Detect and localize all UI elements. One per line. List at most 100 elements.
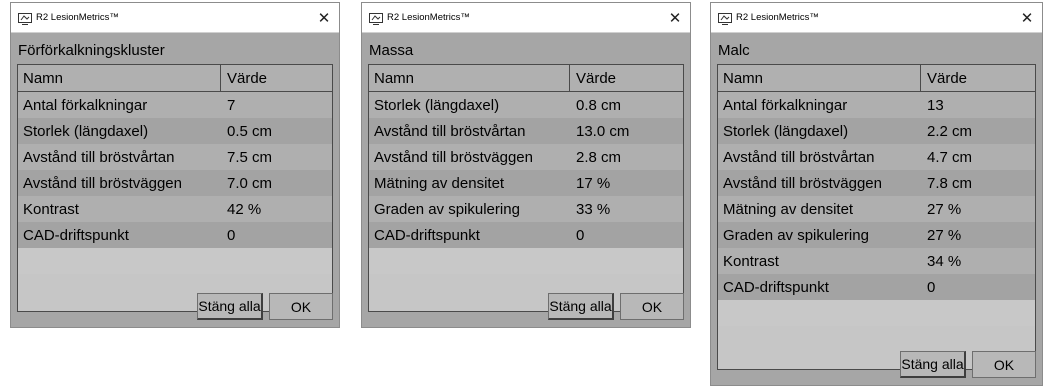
close-all-button[interactable]: Stäng alla [197,293,263,320]
table-row[interactable]: Storlek (längdaxel) 0.5 cm [18,118,332,144]
row-name: Avstånd till bröstväggen [723,174,882,192]
section-title: Massa [369,42,414,59]
column-header-name[interactable]: Namn [369,65,570,91]
metrics-table: Namn Värde Antal förkalkningar 13 Storlek… [717,64,1036,370]
table-row[interactable]: Avstånd till bröstvårtan 7.5 cm [18,144,332,170]
row-value: 7.8 cm [927,174,973,192]
row-name: Storlek (längdaxel) [723,122,849,140]
row-value: 0.8 cm [576,96,622,114]
row-name: CAD-driftspunkt [723,278,829,296]
close-all-button[interactable]: Stäng alla [548,293,614,320]
column-header-value[interactable]: Värde [570,70,616,87]
row-value: 27 % [927,200,962,218]
row-name: Avstånd till bröstvårtan [374,122,526,140]
title-bar[interactable]: R2 LesionMetrics™ ✕ [362,3,690,33]
row-value: 17 % [576,174,611,192]
window-title: R2 LesionMetrics™ [736,12,819,23]
ok-button[interactable]: OK [269,293,333,320]
row-name: Avstånd till bröstväggen [23,174,182,192]
ok-button[interactable]: OK [620,293,684,320]
table-row[interactable]: Mätning av densitet 17 % [369,170,683,196]
table-row[interactable]: CAD-driftspunkt 0 [18,222,332,248]
empty-row [718,300,1035,326]
button-bar: Stäng alla OK [197,293,333,320]
table-header: Namn Värde [369,65,683,92]
row-value: 13.0 cm [576,122,630,140]
row-value: 4.7 cm [927,148,973,166]
table-header: Namn Värde [18,65,332,92]
app-icon [18,12,32,25]
table-header: Namn Värde [718,65,1035,92]
row-name: Kontrast [23,200,79,218]
row-name: Mätning av densitet [374,174,505,192]
row-value: 0 [576,226,585,244]
empty-row [18,248,332,274]
button-bar: Stäng alla OK [548,293,684,320]
close-icon[interactable]: ✕ [309,9,339,27]
row-value: 2.2 cm [927,122,973,140]
row-name: Storlek (längdaxel) [374,96,500,114]
title-bar[interactable]: R2 LesionMetrics™ ✕ [11,3,339,33]
row-value: 2.8 cm [576,148,622,166]
row-value: 27 % [927,226,962,244]
row-name: Antal förkalkningar [23,96,148,114]
row-name: Avstånd till bröstväggen [374,148,533,166]
table-row[interactable]: Kontrast 34 % [718,248,1035,274]
app-icon [718,12,732,25]
column-header-name[interactable]: Namn [718,65,921,91]
table-row[interactable]: Antal förkalkningar 13 [718,92,1035,118]
lesion-metrics-window-1: R2 LesionMetrics™ ✕ Förförkalkningsklust… [10,2,340,328]
row-name: Antal förkalkningar [723,96,848,114]
row-name: Avstånd till bröstvårtan [723,148,875,166]
table-row[interactable]: Avstånd till bröstväggen 7.0 cm [18,170,332,196]
ok-button[interactable]: OK [972,351,1036,378]
column-header-value[interactable]: Värde [221,70,267,87]
metrics-table: Namn Värde Storlek (längdaxel) 0.8 cm Avs… [368,64,684,312]
row-value: 33 % [576,200,611,218]
row-value: 0 [227,226,236,244]
row-name: Graden av spikulering [374,200,520,218]
row-value: 42 % [227,200,262,218]
row-name: Kontrast [723,252,779,270]
row-value: 7.0 cm [227,174,273,192]
empty-row [369,248,683,274]
button-bar: Stäng alla OK [900,351,1036,378]
table-row[interactable]: CAD-driftspunkt 0 [718,274,1035,300]
row-value: 7.5 cm [227,148,273,166]
table-row[interactable]: Kontrast 42 % [18,196,332,222]
close-all-button[interactable]: Stäng alla [900,351,966,378]
close-icon[interactable]: ✕ [660,9,690,27]
table-row[interactable]: Avstånd till bröstvårtan 13.0 cm [369,118,683,144]
close-icon[interactable]: ✕ [1012,9,1042,27]
table-row[interactable]: Avstånd till bröstväggen 7.8 cm [718,170,1035,196]
table-row[interactable]: Avstånd till bröstvårtan 4.7 cm [718,144,1035,170]
table-row[interactable]: Mätning av densitet 27 % [718,196,1035,222]
table-row[interactable]: Antal förkalkningar 7 [18,92,332,118]
table-row[interactable]: Avstånd till bröstväggen 2.8 cm [369,144,683,170]
table-row[interactable]: Storlek (längdaxel) 2.2 cm [718,118,1035,144]
table-row[interactable]: CAD-driftspunkt 0 [369,222,683,248]
table-row[interactable]: Graden av spikulering 27 % [718,222,1035,248]
title-bar[interactable]: R2 LesionMetrics™ ✕ [711,3,1042,33]
row-value: 0.5 cm [227,122,273,140]
row-value: 13 [927,96,944,114]
row-value: 34 % [927,252,962,270]
row-value: 7 [227,96,236,114]
row-name: Avstånd till bröstvårtan [23,148,175,166]
table-row[interactable]: Graden av spikulering 33 % [369,196,683,222]
lesion-metrics-window-2: R2 LesionMetrics™ ✕ Massa Namn Värde Sto… [361,2,691,328]
lesion-metrics-window-3: R2 LesionMetrics™ ✕ Malc Namn Värde Anta… [710,2,1043,386]
row-name: CAD-driftspunkt [23,226,129,244]
table-row[interactable]: Storlek (längdaxel) 0.8 cm [369,92,683,118]
row-name: CAD-driftspunkt [374,226,480,244]
metrics-table: Namn Värde Antal förkalkningar 7 Storlek … [17,64,333,312]
section-title: Malc [718,42,750,59]
column-header-value[interactable]: Värde [921,70,967,87]
app-icon [369,12,383,25]
row-value: 0 [927,278,936,296]
section-title: Förförkalkningskluster [18,42,165,59]
window-title: R2 LesionMetrics™ [36,12,119,23]
column-header-name[interactable]: Namn [18,65,221,91]
row-name: Mätning av densitet [723,200,854,218]
row-name: Graden av spikulering [723,226,869,244]
